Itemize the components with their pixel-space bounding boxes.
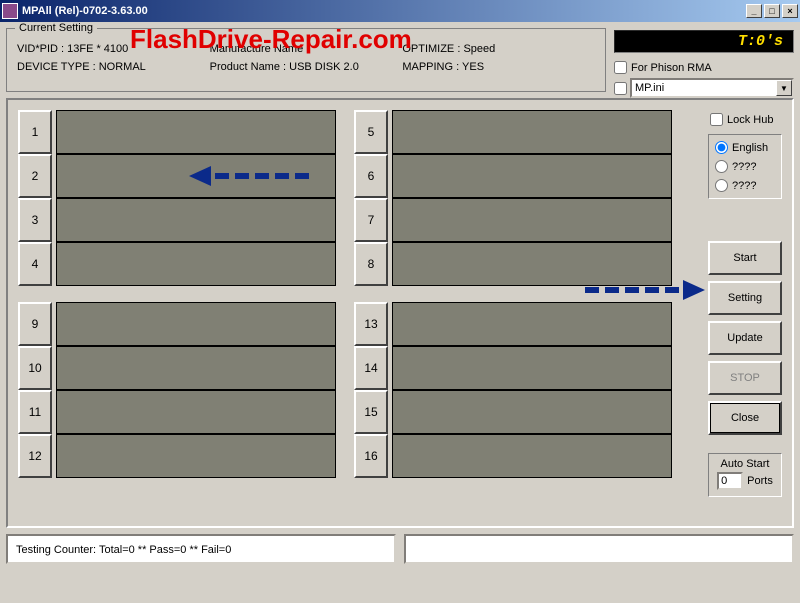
- slot-button-4[interactable]: 4: [18, 242, 52, 286]
- autostart-group: Auto Start Ports: [708, 453, 782, 497]
- slot-field-16: [392, 434, 672, 478]
- slot-button-5[interactable]: 5: [354, 110, 388, 154]
- slot-field-7: [392, 198, 672, 242]
- slot-button-6[interactable]: 6: [354, 154, 388, 198]
- status-counter-box: Testing Counter: Total=0 ** Pass=0 ** Fa…: [6, 534, 396, 564]
- lang-opt2-radio[interactable]: [715, 160, 728, 173]
- slot-button-9[interactable]: 9: [18, 302, 52, 346]
- slot-field-13: [392, 302, 672, 346]
- lang-opt3-label: ????: [732, 180, 756, 192]
- slot-field-11: [56, 390, 336, 434]
- slot-field-5: [392, 110, 672, 154]
- lang-english-label: English: [732, 142, 768, 154]
- ini-checkbox[interactable]: [614, 82, 627, 95]
- slot-field-2: [56, 154, 336, 198]
- slot-button-16[interactable]: 16: [354, 434, 388, 478]
- status-counter-text: Testing Counter: Total=0 ** Pass=0 ** Fa…: [16, 544, 231, 556]
- update-button[interactable]: Update: [708, 321, 782, 355]
- current-setting-legend: Current Setting: [15, 22, 97, 34]
- slot-field-9: [56, 302, 336, 346]
- window-title: MPAll (Rel)-0702-3.63.00: [22, 5, 744, 17]
- slot-button-15[interactable]: 15: [354, 390, 388, 434]
- productname-label: Product Name : USB DISK 2.0: [210, 61, 403, 73]
- lang-english-radio[interactable]: [715, 141, 728, 154]
- slot-field-4: [56, 242, 336, 286]
- maximize-button[interactable]: □: [764, 4, 780, 18]
- slot-field-10: [56, 346, 336, 390]
- devicetype-label: DEVICE TYPE : NORMAL: [17, 61, 210, 73]
- stop-button[interactable]: STOP: [708, 361, 782, 395]
- slot-button-2[interactable]: 2: [18, 154, 52, 198]
- phison-rma-checkbox[interactable]: [614, 61, 627, 74]
- start-button[interactable]: Start: [708, 241, 782, 275]
- slot-button-3[interactable]: 3: [18, 198, 52, 242]
- close-window-button[interactable]: ×: [782, 4, 798, 18]
- titlebar: MPAll (Rel)-0702-3.63.00 _ □ ×: [0, 0, 800, 22]
- ini-file-value: MP.ini: [635, 82, 664, 94]
- slot-button-13[interactable]: 13: [354, 302, 388, 346]
- slot-field-1: [56, 110, 336, 154]
- slot-button-8[interactable]: 8: [354, 242, 388, 286]
- phison-rma-label: For Phison RMA: [631, 62, 712, 74]
- slot-field-14: [392, 346, 672, 390]
- slot-button-7[interactable]: 7: [354, 198, 388, 242]
- lock-hub-checkbox[interactable]: [710, 113, 723, 126]
- close-button[interactable]: Close: [708, 401, 782, 435]
- slot-button-12[interactable]: 12: [18, 434, 52, 478]
- lock-hub-label: Lock Hub: [727, 114, 773, 126]
- app-icon: [2, 3, 18, 19]
- mapping-label: MAPPING : YES: [402, 61, 595, 73]
- timer-display: T:0's: [614, 30, 794, 53]
- chevron-down-icon[interactable]: ▼: [776, 80, 792, 96]
- slot-field-3: [56, 198, 336, 242]
- slot-button-14[interactable]: 14: [354, 346, 388, 390]
- slot-field-12: [56, 434, 336, 478]
- main-panel: 1 2 3 4 9 10 11 12 5 6 7 8: [6, 98, 794, 528]
- autostart-label: Auto Start: [715, 458, 775, 470]
- slot-button-10[interactable]: 10: [18, 346, 52, 390]
- status-secondary-box: [404, 534, 794, 564]
- autostart-ports-input[interactable]: [717, 472, 743, 490]
- minimize-button[interactable]: _: [746, 4, 762, 18]
- ini-file-combo[interactable]: MP.ini ▼: [630, 78, 794, 98]
- vidpid-label: VID*PID : 13FE * 4100: [17, 43, 210, 55]
- slot-field-15: [392, 390, 672, 434]
- setting-button[interactable]: Setting: [708, 281, 782, 315]
- lang-opt3-radio[interactable]: [715, 179, 728, 192]
- slot-button-11[interactable]: 11: [18, 390, 52, 434]
- manufacture-label: Manufacture Name :: [210, 43, 403, 55]
- current-setting-group: Current Setting VID*PID : 13FE * 4100 Ma…: [6, 28, 606, 92]
- language-group: English ???? ????: [708, 134, 782, 199]
- optimize-label: OPTIMIZE : Speed: [402, 43, 595, 55]
- autostart-unit-label: Ports: [747, 475, 773, 487]
- slot-field-8: [392, 242, 672, 286]
- slot-button-1[interactable]: 1: [18, 110, 52, 154]
- lang-opt2-label: ????: [732, 161, 756, 173]
- slot-field-6: [392, 154, 672, 198]
